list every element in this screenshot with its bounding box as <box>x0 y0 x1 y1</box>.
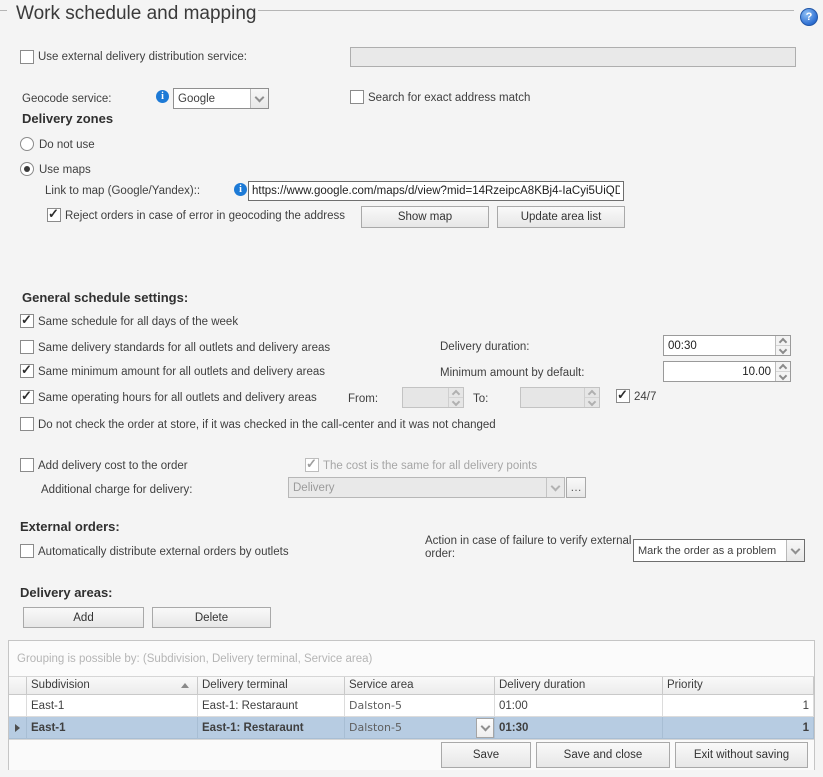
map-link-input[interactable] <box>248 181 624 201</box>
general-settings-heading: General schedule settings: <box>22 290 188 305</box>
spin-down-icon <box>449 398 463 407</box>
chevron-down-icon[interactable] <box>786 540 804 561</box>
geocode-service-label: Geocode service: <box>22 92 112 106</box>
delete-area-button[interactable]: Delete <box>152 607 271 628</box>
auto-distribute-checkbox[interactable] <box>20 544 34 558</box>
failure-action-value: Mark the order as a problem <box>634 540 786 561</box>
column-header-service-area[interactable]: Service area <box>345 677 495 695</box>
delivery-duration-label: Delivery duration: <box>440 340 529 354</box>
spin-down-icon <box>585 398 599 407</box>
info-icon: i <box>156 90 169 103</box>
no-check-at-store-checkbox[interactable] <box>20 417 34 431</box>
geocode-service-value: Google <box>174 89 250 108</box>
no-check-at-store-label: Do not check the order at store, if it w… <box>38 418 496 432</box>
row-indicator-icon <box>15 724 20 732</box>
save-button[interactable]: Save <box>441 742 531 768</box>
add-delivery-cost-label: Add delivery cost to the order <box>38 459 188 473</box>
same-hours-label: Same operating hours for all outlets and… <box>38 391 317 405</box>
all-day-label: 24/7 <box>634 390 656 404</box>
chevron-down-icon <box>546 478 564 497</box>
same-minimum-label: Same minimum amount for all outlets and … <box>38 365 325 379</box>
exit-without-saving-button[interactable]: Exit without saving <box>675 742 808 768</box>
update-area-list-button[interactable]: Update area list <box>497 206 625 228</box>
same-schedule-checkbox[interactable] <box>20 314 34 328</box>
delivery-areas-heading: Delivery areas: <box>20 585 113 600</box>
to-label: To: <box>473 392 488 406</box>
page-title: Work schedule and mapping <box>16 3 256 25</box>
external-service-input[interactable] <box>350 47 796 67</box>
add-delivery-cost-checkbox[interactable] <box>20 458 34 472</box>
spin-up-icon <box>585 388 599 398</box>
auto-distribute-label: Automatically distribute external orders… <box>38 545 289 559</box>
column-header-subdivision[interactable]: Subdivision <box>27 677 198 695</box>
hours-to-stepper <box>520 387 600 408</box>
same-standards-label: Same delivery standards for all outlets … <box>38 341 330 355</box>
additional-charge-label: Additional charge for delivery: <box>41 483 193 497</box>
spin-down-icon <box>776 346 790 355</box>
do-not-use-radio[interactable] <box>20 137 34 151</box>
external-orders-heading: External orders: <box>20 519 120 534</box>
exact-address-match-label: Search for exact address match <box>368 91 530 105</box>
grid-group-panel: Grouping is possible by: (Subdivision, D… <box>9 641 814 677</box>
exact-address-match-checkbox[interactable] <box>350 90 364 104</box>
min-amount-label: Minimum amount by default: <box>440 366 584 380</box>
min-amount-value: 10.00 <box>664 362 775 381</box>
column-header-delivery-terminal[interactable]: Delivery terminal <box>198 677 345 695</box>
use-external-service-checkbox[interactable] <box>20 50 34 64</box>
column-header-delivery-duration[interactable]: Delivery duration <box>495 677 663 695</box>
link-to-map-label: Link to map (Google/Yandex):: <box>45 184 200 198</box>
hours-from-stepper <box>402 387 464 408</box>
info-icon: i <box>234 183 247 196</box>
reject-orders-label: Reject orders in case of error in geocod… <box>65 209 345 223</box>
do-not-use-label: Do not use <box>39 138 95 152</box>
same-hours-checkbox[interactable] <box>20 390 34 404</box>
sort-ascending-icon <box>181 683 189 688</box>
spin-up-icon <box>449 388 463 398</box>
same-cost-checkbox <box>305 458 319 472</box>
spin-up-icon <box>776 336 790 346</box>
title-rule-right <box>258 10 794 11</box>
use-maps-label: Use maps <box>39 163 91 177</box>
service-area-dropdown[interactable] <box>476 718 494 738</box>
min-amount-stepper[interactable]: 10.00 <box>663 361 791 382</box>
spin-down-icon <box>776 372 790 381</box>
failure-action-select[interactable]: Mark the order as a problem <box>633 539 805 562</box>
spinner-buttons[interactable] <box>775 336 790 355</box>
delivery-zones-heading: Delivery zones <box>22 111 113 126</box>
same-schedule-label: Same schedule for all days of the week <box>38 315 238 329</box>
save-and-close-button[interactable]: Save and close <box>536 742 670 768</box>
chevron-down-icon[interactable] <box>250 89 268 108</box>
table-row[interactable]: East-1 East-1: Restaraunt Dalston-5 01:0… <box>9 695 814 717</box>
same-cost-label: The cost is the same for all delivery po… <box>323 459 537 473</box>
chevron-down-icon <box>480 721 490 731</box>
from-label: From: <box>348 392 378 406</box>
delivery-duration-stepper[interactable]: 00:30 <box>663 335 791 356</box>
same-minimum-checkbox[interactable] <box>20 364 34 378</box>
column-header-priority[interactable]: Priority <box>663 677 814 695</box>
additional-charge-select: Delivery <box>288 477 565 498</box>
same-standards-checkbox[interactable] <box>20 340 34 354</box>
failure-action-label: Action in case of failure to verify exte… <box>425 535 637 561</box>
help-icon[interactable]: ? <box>800 8 818 26</box>
ellipsis-button[interactable]: … <box>566 477 586 498</box>
use-maps-radio[interactable] <box>20 162 34 176</box>
all-day-checkbox[interactable] <box>616 389 630 403</box>
delivery-duration-value: 00:30 <box>664 336 775 355</box>
add-area-button[interactable]: Add <box>23 607 144 628</box>
row-indicator-header <box>9 677 27 695</box>
geocode-service-select[interactable]: Google <box>173 88 269 109</box>
table-row-selected[interactable]: East-1 East-1: Restaraunt Dalston-5 01:3… <box>9 717 814 739</box>
work-schedule-page: Work schedule and mapping ? Use external… <box>0 0 823 777</box>
spinner-buttons[interactable] <box>775 362 790 381</box>
show-map-button[interactable]: Show map <box>361 206 489 228</box>
title-rule-left <box>0 10 7 11</box>
additional-charge-value: Delivery <box>289 478 546 497</box>
grid-header-row: Subdivision Delivery terminal Service ar… <box>9 677 814 695</box>
reject-orders-checkbox[interactable] <box>47 208 61 222</box>
use-external-service-label: Use external delivery distribution servi… <box>38 50 247 64</box>
spin-up-icon <box>776 362 790 372</box>
